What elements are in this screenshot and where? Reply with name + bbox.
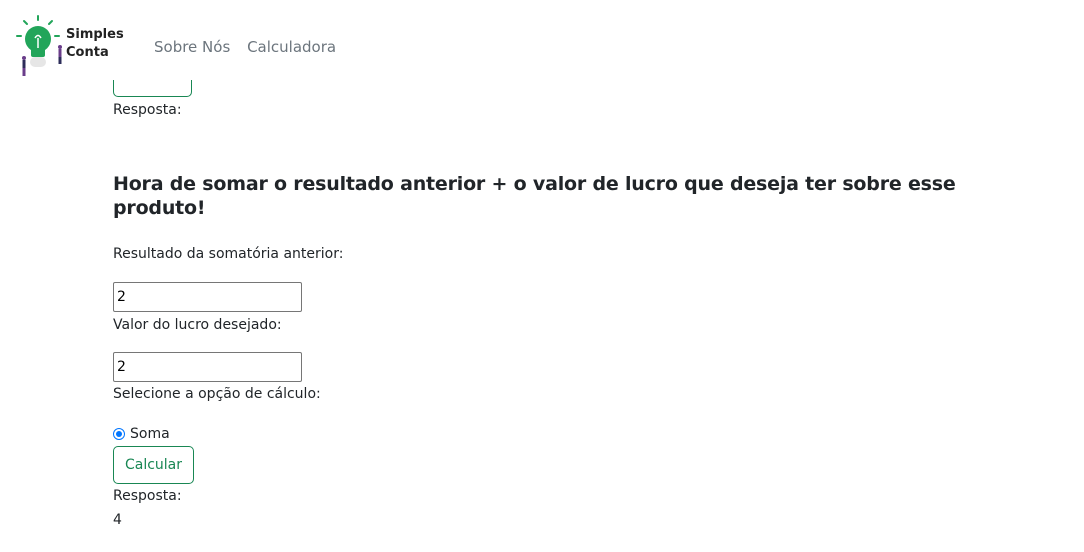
profit-value-input[interactable] (113, 352, 302, 382)
calc-option-label: Selecione a opção de cálculo: (113, 386, 321, 402)
previous-sum-label: Resultado da somatória anterior: (113, 246, 344, 262)
profit-value-label: Valor do lucro desejado: (113, 317, 282, 333)
response-value: 4 (113, 512, 122, 528)
nav-link-calculadora[interactable]: Calculadora (247, 38, 336, 56)
calculate-button[interactable]: Calcular (113, 446, 194, 484)
brand-name-line2: Conta (66, 45, 109, 60)
nav-link-sobre-nos[interactable]: Sobre Nós (154, 38, 230, 56)
nav-links: Sobre Nós Calculadora (154, 37, 348, 57)
navbar: Simples Conta Sobre Nós Calculadora (0, 0, 1084, 80)
brand-name-line1: Simples (66, 27, 124, 42)
brand-name: Simples Conta (66, 26, 124, 62)
soma-radio-label: Soma (130, 426, 170, 442)
previous-response-label: Resposta: (113, 102, 182, 118)
radio-option-soma[interactable]: Soma (113, 425, 170, 443)
soma-radio[interactable] (113, 428, 125, 440)
lightbulb-icon (16, 15, 62, 76)
response-label: Resposta: (113, 488, 182, 504)
brand-logo[interactable]: Simples Conta (14, 14, 126, 78)
section-heading: Hora de somar o resultado anterior + o v… (113, 173, 956, 219)
previous-sum-input[interactable] (113, 282, 302, 312)
